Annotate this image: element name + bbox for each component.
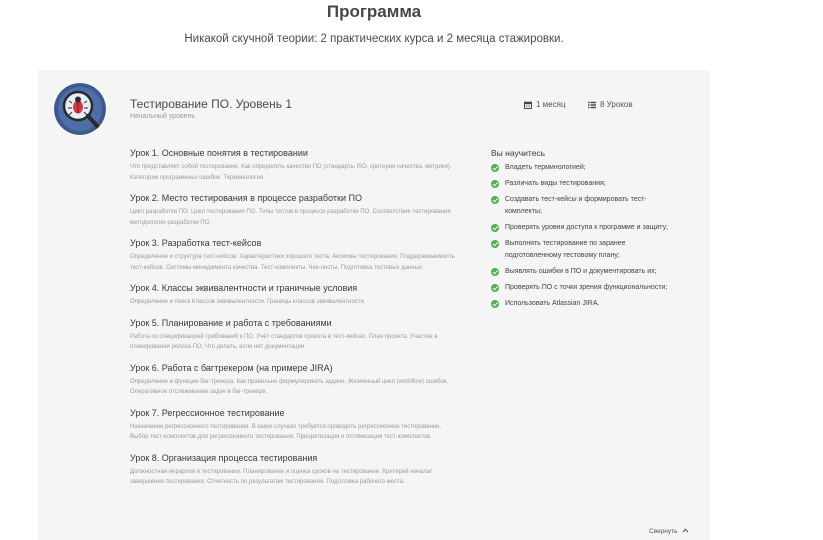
lesson-title: Урок 1. Основные понятия в тестировании <box>130 148 308 158</box>
lesson-item: Урок 8. Организация процесса тестировани… <box>130 452 460 488</box>
learn-item-text: Создавать тест-кейсы и формировать тест-… <box>505 196 647 215</box>
learn-item: Владеть терминологией; <box>491 162 681 174</box>
lesson-title: Урок 2. Место тестирования в процессе ра… <box>130 193 362 203</box>
lesson-item: Урок 5. Планирование и работа с требован… <box>130 317 460 353</box>
lesson-description: Что представляет собой тестирование. Как… <box>130 164 452 181</box>
lesson-item: Урок 6. Работа с багтрекером (на примере… <box>130 362 460 398</box>
learn-item: Выявлять ошибки в ПО и документировать и… <box>491 266 681 278</box>
learn-item-text: Использовать Atlassian JIRA. <box>505 300 600 307</box>
learn-item-text: Выполнять тестирование по заранее подгот… <box>505 240 626 259</box>
page-title: Программа <box>326 2 422 21</box>
check-icon <box>491 300 499 308</box>
lesson-list: Урок 1. Основные понятия в тестировании … <box>130 147 460 497</box>
course-level: Начальный уровень <box>130 113 196 120</box>
collapse-button[interactable]: Свернуть <box>649 528 689 535</box>
learn-item: Использовать Atlassian JIRA. <box>491 298 681 310</box>
learn-item-text: Выявлять ошибки в ПО и документировать и… <box>505 268 657 275</box>
lesson-description: Назначение регрессионного тестирования. … <box>130 423 442 441</box>
lesson-item: Урок 2. Место тестирования в процессе ра… <box>130 192 460 228</box>
learn-item: Различать виды тестирования; <box>491 178 681 190</box>
lesson-description: Определение и структура тест-кейсов. Хар… <box>130 254 455 271</box>
learn-section: Вы научитесь Владеть терминологией; Разл… <box>491 148 681 314</box>
lesson-title: Урок 4. Классы эквивалентности и граничн… <box>130 283 358 293</box>
lesson-item: Урок 7. Регрессионное тестирование Назна… <box>130 407 460 443</box>
lessons-count-label: 8 Уроков <box>600 100 633 109</box>
lesson-item: Урок 1. Основные понятия в тестировании … <box>130 147 460 183</box>
bug-magnifier-icon <box>54 83 106 135</box>
duration-label: 1 месяц <box>536 100 566 109</box>
learn-item: Проверять ПО с точки зрения функциональн… <box>491 282 681 294</box>
lesson-item: Урок 4. Классы эквивалентности и граничн… <box>130 282 460 308</box>
learn-item: Выполнять тестирование по заранее подгот… <box>491 238 681 262</box>
lesson-description: Определение и поиск Классов эквивалентно… <box>130 299 366 305</box>
check-icon <box>491 284 499 292</box>
learn-item: Проверять уровни доступа к программе и з… <box>491 222 681 234</box>
calendar-icon <box>524 101 532 109</box>
lesson-description: Работа со спецификацией требований к ПО.… <box>130 333 438 351</box>
lesson-title: Урок 7. Регрессионное тестирование <box>130 407 285 418</box>
learn-item: Создавать тест-кейсы и формировать тест-… <box>491 194 681 218</box>
lesson-description: Определение и функции баг-трекера. Как п… <box>130 378 449 396</box>
check-icon <box>491 240 499 248</box>
lesson-description: Цикл разработки ПО. Цикл тестирования ПО… <box>130 209 451 226</box>
lesson-title: Урок 5. Планирование и работа с требован… <box>130 317 332 328</box>
learn-item-text: Владеть терминологией; <box>505 164 586 171</box>
lesson-description: Должностная иерархия в тестировании. Пла… <box>130 468 432 486</box>
list-icon <box>588 101 596 109</box>
learn-heading: Вы научитесь <box>491 148 546 158</box>
learn-item-text: Проверять уровни доступа к программе и з… <box>505 224 669 231</box>
check-icon <box>491 224 499 232</box>
check-icon <box>491 180 499 188</box>
lesson-title: Урок 8. Организация процесса тестировани… <box>130 452 318 463</box>
chevron-up-icon <box>682 528 689 535</box>
course-title: Тестирование ПО. Уровень 1 <box>130 97 292 111</box>
lesson-item: Урок 3. Разработка тест-кейсов Определен… <box>130 237 460 273</box>
collapse-label: Свернуть <box>649 528 678 535</box>
check-icon <box>491 268 499 276</box>
course-duration: 1 месяц <box>524 100 566 109</box>
page-subtitle: Никакой скучной теории: 2 практических к… <box>184 33 564 45</box>
check-icon <box>491 196 499 204</box>
check-icon <box>491 164 499 172</box>
learn-item-text: Различать виды тестирования; <box>505 180 606 187</box>
lesson-title: Урок 6. Работа с багтрекером (на примере… <box>130 362 333 373</box>
course-lessons-count: 8 Уроков <box>588 100 633 109</box>
learn-item-text: Проверять ПО с точки зрения функциональн… <box>505 284 668 291</box>
lesson-title: Урок 3. Разработка тест-кейсов <box>130 238 262 248</box>
